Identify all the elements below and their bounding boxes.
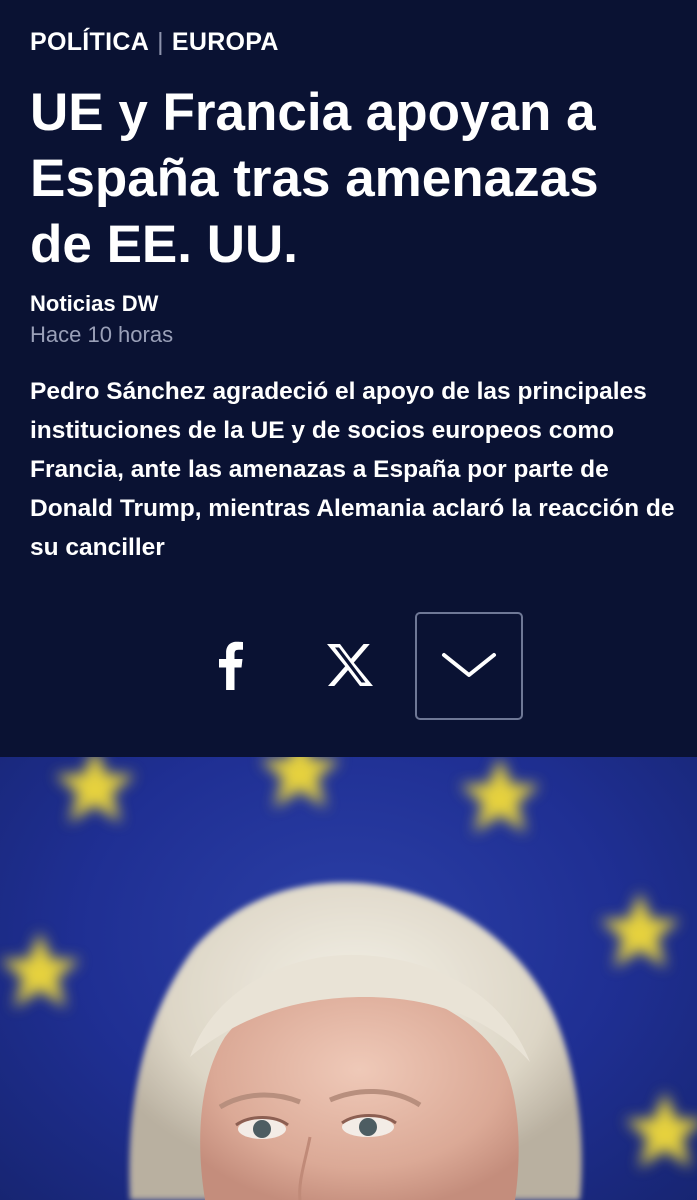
facebook-icon — [219, 641, 243, 690]
article-source: Noticias DW — [30, 291, 159, 316]
article-timestamp: Hace 10 horas — [30, 322, 174, 347]
article-photo — [0, 757, 697, 1200]
eu-flag-portrait-image — [0, 757, 697, 1200]
share-facebook-button[interactable] — [190, 612, 270, 718]
category-breadcrumb: POLÍTICA | EUROPA — [30, 28, 279, 57]
article-header: POLÍTICA | EUROPA UE y Francia apoyan a … — [0, 0, 697, 757]
breadcrumb-separator: | — [157, 28, 164, 56]
share-more-button[interactable] — [415, 612, 523, 720]
x-icon — [327, 644, 373, 686]
share-bar — [0, 612, 697, 720]
article-summary: Pedro Sánchez agradeció el apoyo de las … — [30, 378, 675, 561]
category-europa-link[interactable]: EUROPA — [172, 28, 279, 57]
category-politica-link[interactable]: POLÍTICA — [30, 28, 149, 57]
share-x-button[interactable] — [308, 612, 392, 718]
chevron-down-icon — [442, 653, 496, 677]
article-headline: UE y Francia apoyan a España tras amenaz… — [30, 83, 599, 274]
